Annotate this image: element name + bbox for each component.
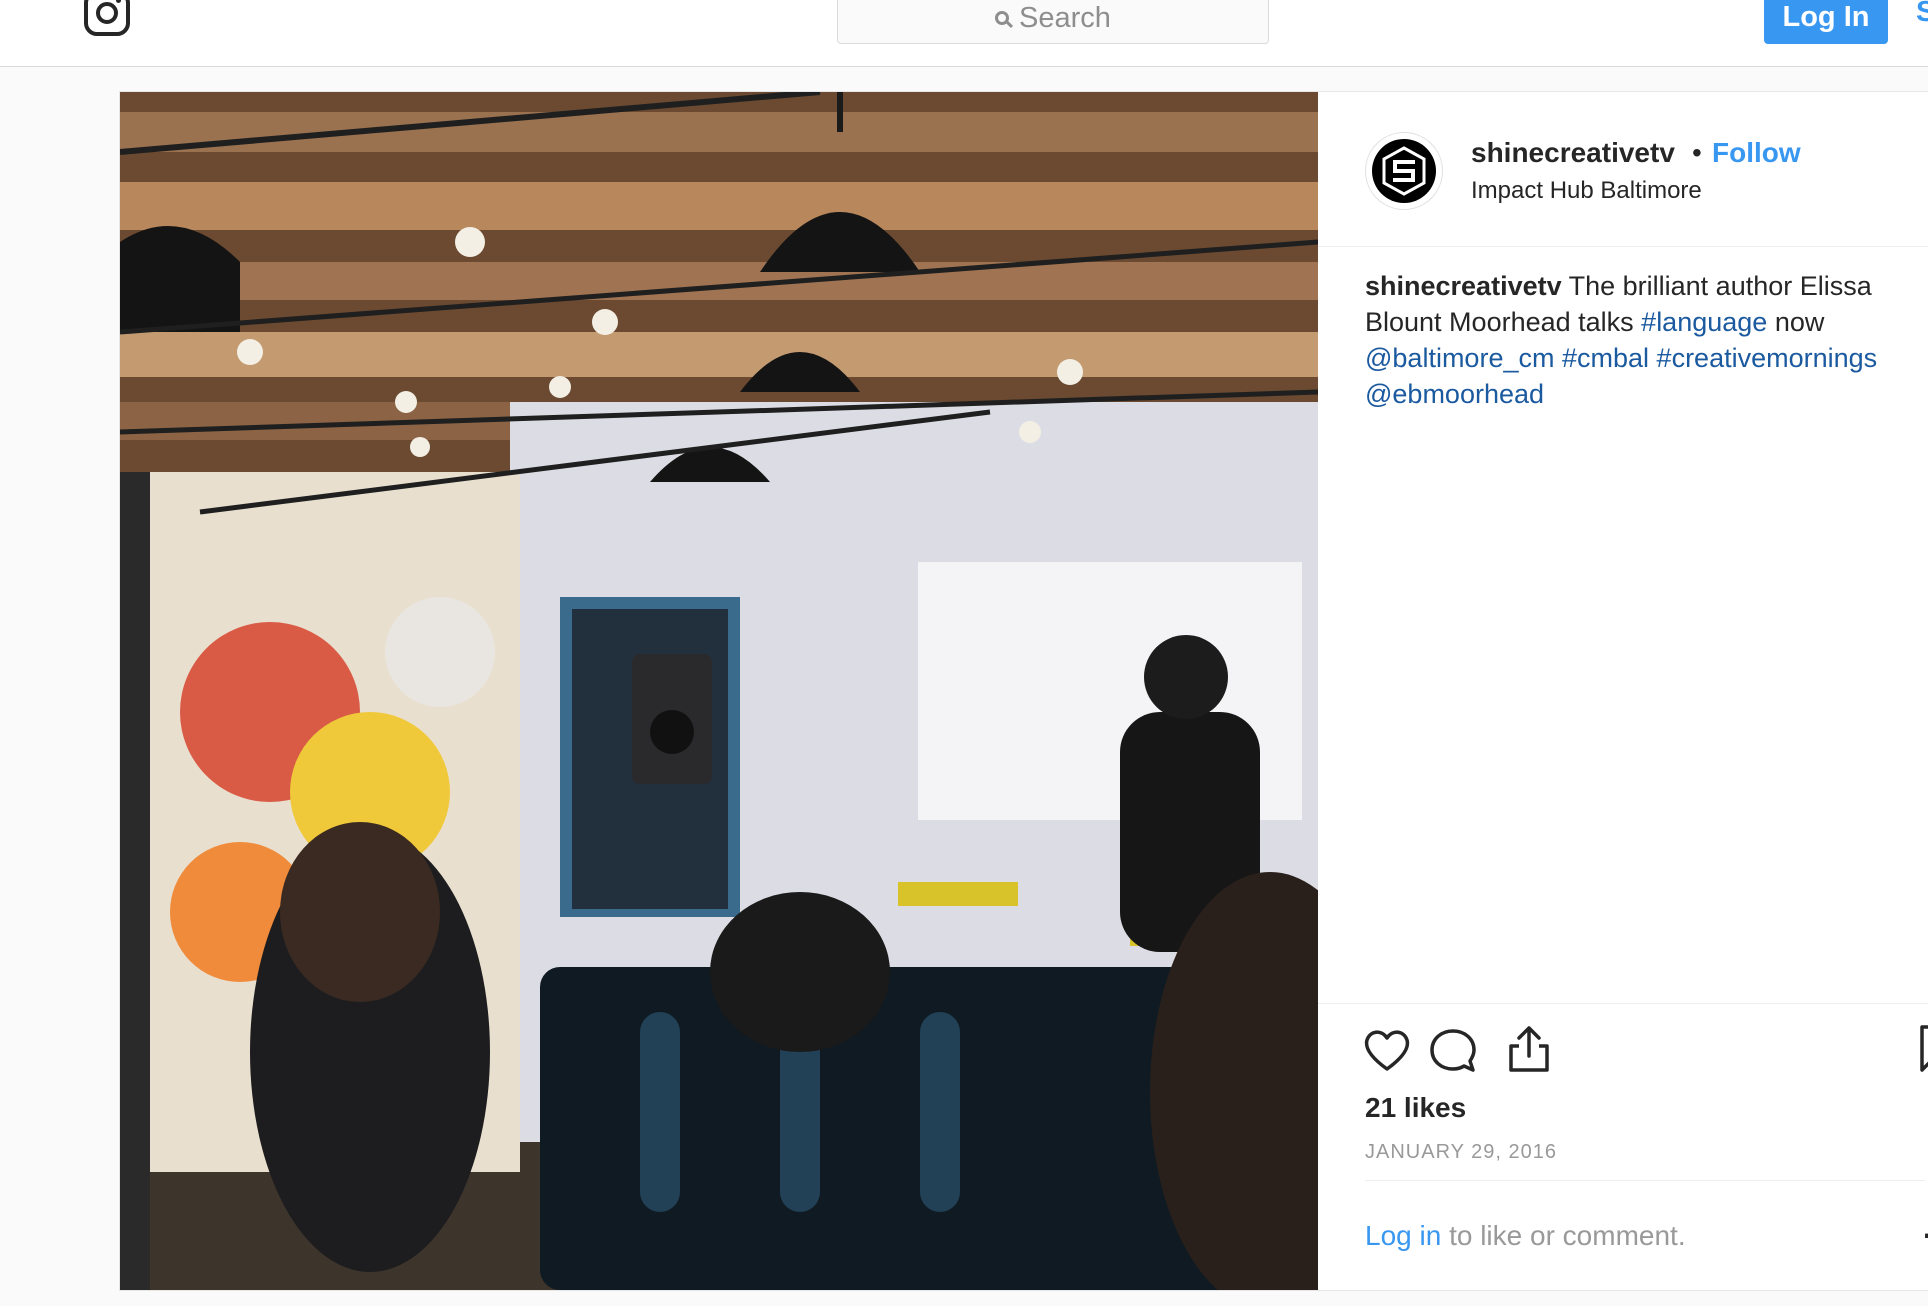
post-actions	[1318, 1003, 1928, 1072]
heart-icon[interactable]	[1363, 1028, 1411, 1072]
mention-baltimore-cm[interactable]: @baltimore_cm	[1365, 343, 1554, 373]
post-caption: shinecreativetv The brilliant author Eli…	[1365, 268, 1925, 412]
comment-icon[interactable]	[1429, 1028, 1477, 1074]
search-input[interactable]: Search	[837, 0, 1269, 44]
caption-text-now: now	[1767, 307, 1825, 337]
top-navigation-bar: Search Log In S	[0, 0, 1928, 67]
instagram-icon[interactable]	[84, 0, 130, 36]
signup-link[interactable]: S	[1916, 0, 1928, 29]
search-icon	[995, 11, 1010, 25]
avatar[interactable]	[1365, 132, 1443, 210]
post-sidebar: shinecreativetv • Follow Impact Hub Balt…	[1318, 92, 1928, 1290]
hashtag-language[interactable]: #language	[1641, 307, 1767, 337]
post-card: shinecreativetv • Follow Impact Hub Balt…	[119, 91, 1928, 1291]
hashtag-cmbal[interactable]: #cmbal	[1562, 343, 1649, 373]
post-photo[interactable]	[120, 92, 1318, 1290]
separator-dot: •	[1692, 137, 1702, 168]
mention-ebmoorhead[interactable]: @ebmoorhead	[1365, 379, 1544, 409]
post-header: shinecreativetv • Follow Impact Hub Balt…	[1318, 92, 1928, 247]
comment-prompt-text: to like or comment.	[1441, 1220, 1686, 1251]
share-icon[interactable]	[1505, 1024, 1553, 1074]
login-button[interactable]: Log In	[1764, 0, 1888, 44]
search-placeholder: Search	[1019, 1, 1111, 34]
likes-count[interactable]: 21 likes	[1365, 1092, 1466, 1124]
camera-flash-dot	[116, 0, 121, 3]
post-date: JANUARY 29, 2016	[1365, 1141, 1558, 1163]
comment-login-link[interactable]: Log in	[1365, 1220, 1441, 1251]
follow-button[interactable]: Follow	[1712, 137, 1801, 169]
comment-divider	[1365, 1180, 1925, 1181]
comment-prompt: Log in to like or comment.	[1365, 1220, 1686, 1252]
camera-lens	[96, 2, 118, 24]
post-location[interactable]: Impact Hub Baltimore	[1471, 177, 1702, 205]
caption-author[interactable]: shinecreativetv	[1365, 271, 1562, 301]
bookmark-icon[interactable]	[1918, 1024, 1928, 1074]
hashtag-creativemornings[interactable]: #creativemornings	[1657, 343, 1878, 373]
photo-illustration	[120, 92, 1318, 1290]
post-username[interactable]: shinecreativetv	[1471, 137, 1675, 169]
more-options-icon[interactable]: ...	[1923, 1212, 1928, 1246]
shine-logo-icon	[1372, 139, 1436, 203]
